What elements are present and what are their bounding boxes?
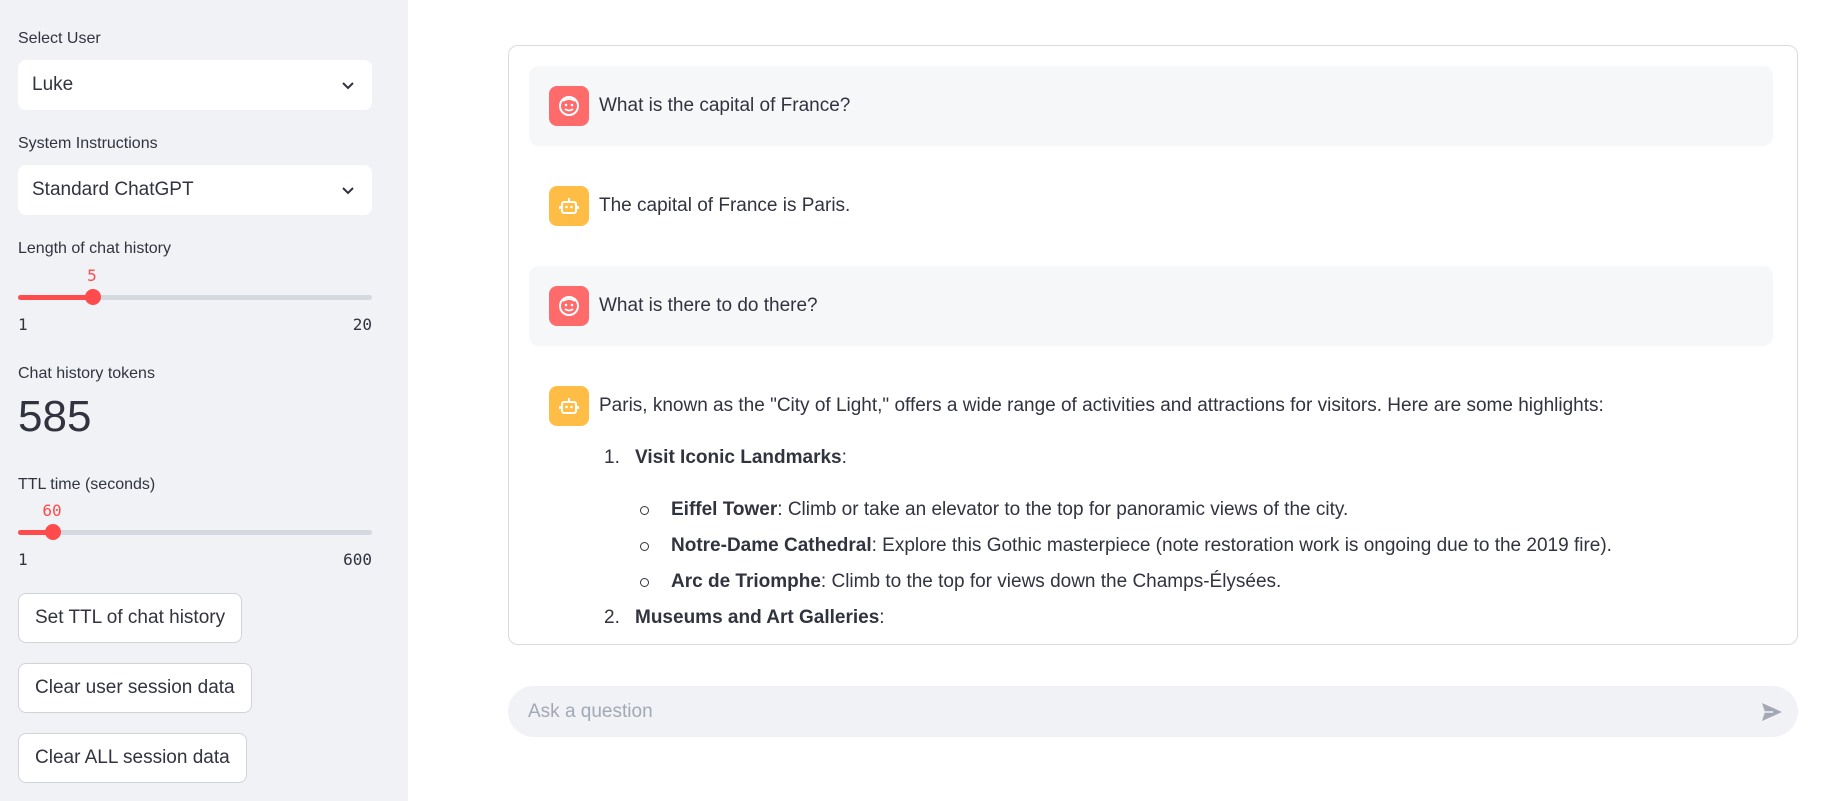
- chat-history-length-label: Length of chat history: [18, 240, 171, 257]
- message-text: The capital of France is Paris.: [599, 195, 851, 216]
- slider-max: 20: [352, 315, 372, 334]
- ttl-time-slider[interactable]: [18, 524, 372, 540]
- list-item: Museums and Art Galleries:: [635, 607, 885, 629]
- chat-message-user: What is there to do there?: [529, 266, 1773, 346]
- list-item-text: : Explore this Gothic masterpiece (note …: [871, 535, 1612, 556]
- select-user-label: Select User: [18, 30, 101, 47]
- clear-user-session-button[interactable]: Clear user session data: [18, 663, 252, 713]
- select-user-value: Luke: [32, 74, 74, 95]
- list-item: Eiffel Tower: Climb or take an elevator …: [671, 499, 1348, 521]
- chevron-down-icon: [342, 187, 354, 195]
- robot-icon: [549, 386, 589, 426]
- chat-history-length-slider[interactable]: [18, 289, 372, 305]
- system-instructions-value: Standard ChatGPT: [32, 179, 194, 200]
- list-item-text: : Climb or take an elevator to the top f…: [777, 499, 1349, 520]
- list-item-bold: Arc de Triomphe: [671, 571, 821, 592]
- slider-fill: [18, 295, 93, 300]
- bullet-icon: [640, 506, 649, 515]
- chat-message-user: What is the capital of France?: [529, 66, 1773, 146]
- set-ttl-button[interactable]: Set TTL of chat history: [18, 593, 243, 643]
- chat-history-length-value: 5: [87, 266, 97, 285]
- chat-history-tokens-label: Chat history tokens: [18, 365, 155, 382]
- chevron-down-icon: [342, 82, 354, 90]
- list-number: 1.: [604, 447, 620, 468]
- chat-input-container: [508, 686, 1798, 737]
- system-instructions-dropdown[interactable]: Standard ChatGPT: [18, 165, 372, 215]
- list-item: Notre-Dame Cathedral: Explore this Gothi…: [671, 535, 1612, 557]
- smiley-face-icon: [549, 86, 589, 126]
- list-item-suffix: :: [879, 607, 885, 628]
- message-text: What is the capital of France?: [599, 95, 851, 116]
- list-item-suffix: :: [841, 447, 847, 468]
- list-item-title: Visit Iconic Landmarks: [635, 447, 842, 468]
- chat-history-tokens-value: 585: [18, 392, 92, 441]
- sidebar: Select User Luke System Instructions Sta…: [0, 0, 408, 801]
- list-item: Visit Iconic Landmarks:: [635, 447, 847, 469]
- message-text: What is there to do there?: [599, 295, 818, 316]
- chat-message-assistant: The capital of France is Paris.: [529, 166, 1773, 246]
- list-item-text: : Climb to the top for views down the Ch…: [820, 571, 1282, 592]
- slider-handle[interactable]: [84, 289, 101, 305]
- list-item: Arc de Triomphe: Climb to the top for vi…: [671, 571, 1281, 593]
- system-instructions-label: System Instructions: [18, 135, 158, 152]
- smiley-face-icon: [549, 286, 589, 326]
- select-user-dropdown[interactable]: Luke: [18, 60, 372, 110]
- chat-container[interactable]: What is the capital of France? The capit…: [508, 45, 1798, 645]
- slider-min: 1: [18, 315, 28, 334]
- list-item-bold: Notre-Dame Cathedral: [671, 535, 872, 556]
- ttl-time-value: 60: [42, 501, 62, 520]
- slider-max: 600: [343, 550, 372, 569]
- ttl-time-label: TTL time (seconds): [18, 476, 156, 493]
- slider-handle[interactable]: [44, 524, 61, 540]
- message-text: Paris, known as the "City of Light," off…: [599, 395, 1604, 416]
- send-arrow-icon[interactable]: [1758, 698, 1786, 726]
- chat-message-assistant: Paris, known as the "City of Light," off…: [529, 366, 1773, 644]
- bullet-icon: [640, 542, 649, 551]
- list-number: 2.: [604, 607, 620, 628]
- robot-icon: [549, 186, 589, 226]
- list-item-bold: Eiffel Tower: [671, 499, 778, 520]
- chat-input[interactable]: [528, 686, 1708, 737]
- slider-min: 1: [18, 550, 28, 569]
- bullet-icon: [640, 578, 649, 587]
- list-item-title: Museums and Art Galleries: [635, 607, 880, 628]
- clear-all-session-button[interactable]: Clear ALL session data: [18, 733, 247, 783]
